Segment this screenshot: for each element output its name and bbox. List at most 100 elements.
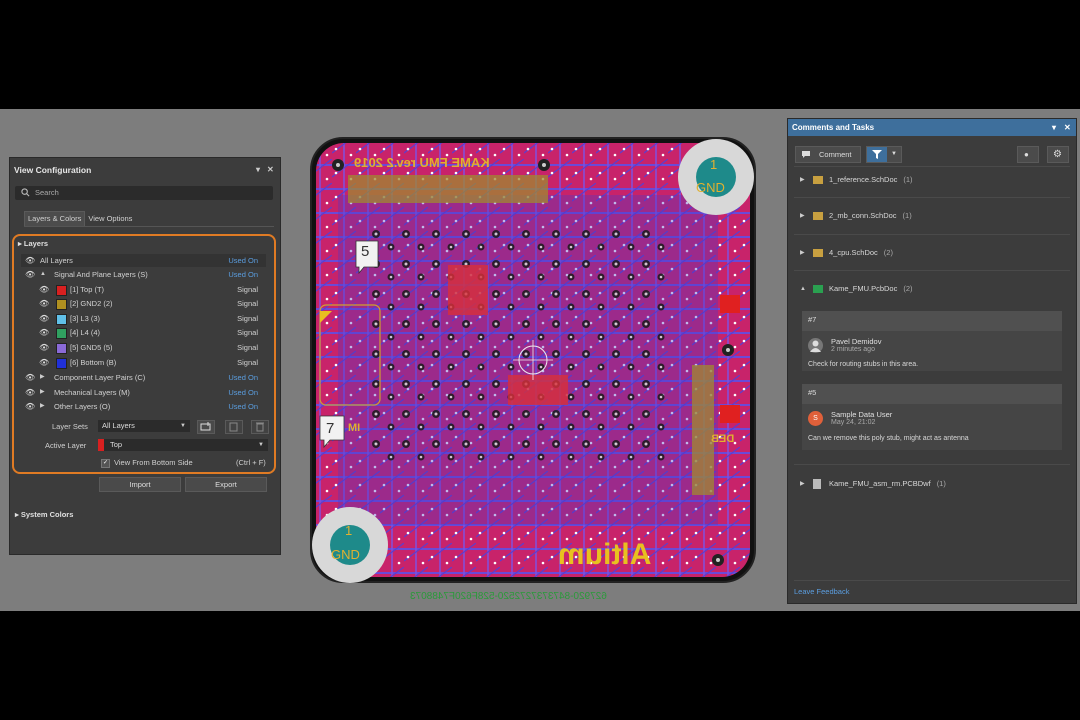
- eye-icon[interactable]: 👁: [39, 283, 49, 296]
- divider: [794, 270, 1070, 271]
- active-layer-color: [98, 439, 104, 451]
- doc-count: (1): [902, 211, 912, 220]
- expand-arrow-icon[interactable]: ▶: [800, 209, 805, 223]
- panel-menu-icon[interactable]: ▾: [256, 158, 260, 182]
- doc-name: Kame_FMU.PcbDoc: [829, 284, 898, 293]
- layer-type: Signal: [237, 285, 258, 294]
- comment-marker-5[interactable]: 5: [361, 243, 369, 260]
- panel-title: View Configuration ▾ ✕: [10, 158, 280, 182]
- search-input[interactable]: Search: [15, 186, 273, 200]
- layers-section-title[interactable]: ▸ Layers: [18, 239, 48, 248]
- layer-color-swatch[interactable]: [56, 358, 67, 369]
- comment-text: Check for routing stubs in this area.: [808, 361, 919, 368]
- eye-icon[interactable]: 👁: [39, 326, 49, 339]
- chevron-down-icon: ▼: [258, 442, 264, 448]
- import-button[interactable]: Import: [99, 477, 181, 492]
- active-layer-value: Top: [110, 440, 123, 449]
- eye-icon[interactable]: 👁: [39, 341, 49, 354]
- layer-row-l3[interactable]: 👁 [3] L3 (3) Signal: [21, 312, 266, 325]
- view-bottom-checkbox[interactable]: ✓: [101, 459, 110, 468]
- layer-row-l4[interactable]: 👁 [4] L4 (4) Signal: [21, 326, 266, 339]
- layer-row-mechanical[interactable]: 👁 ▶ Mechanical Layers (M) Used On: [21, 386, 266, 399]
- panel-close-icon[interactable]: ✕: [267, 158, 274, 182]
- layers-section: ▸ Layers 👁 All Layers Used On 👁 ▲ Signal…: [12, 234, 276, 474]
- layer-sets-select[interactable]: All Layers ▼: [98, 420, 190, 432]
- system-colors-section[interactable]: ▸ System Colors: [15, 510, 73, 519]
- eye-icon[interactable]: 👁: [25, 386, 35, 399]
- leave-feedback-link[interactable]: Leave Feedback: [794, 587, 849, 596]
- eye-icon[interactable]: 👁: [39, 356, 49, 369]
- add-layer-set-button[interactable]: [197, 420, 215, 434]
- layer-color-swatch[interactable]: [56, 285, 67, 296]
- comment-number: #5: [808, 388, 817, 397]
- pcb-text-mi: MI: [348, 422, 361, 434]
- visibility-button[interactable]: ●: [1017, 146, 1039, 163]
- filter-icon: [872, 150, 882, 159]
- search-icon: [21, 188, 30, 197]
- folder-icon: [813, 176, 823, 184]
- layer-set-delete-button[interactable]: [251, 420, 269, 434]
- layer-status: Used On: [228, 388, 258, 397]
- layer-label: Mechanical Layers (M): [54, 388, 130, 397]
- layer-sets-label: Layer Sets: [52, 422, 88, 431]
- layer-row-gnd2[interactable]: 👁 [2] GND2 (2) Signal: [21, 297, 266, 310]
- layer-row-top[interactable]: 👁 [1] Top (T) Signal: [21, 283, 266, 296]
- expand-arrow-icon[interactable]: ▶: [40, 371, 45, 384]
- comments-title-text: Comments and Tasks: [792, 123, 875, 132]
- export-button[interactable]: Export: [185, 477, 267, 492]
- comment-marker-7[interactable]: 7: [326, 420, 334, 437]
- panel-menu-icon[interactable]: ▾: [1052, 119, 1056, 136]
- comment-author: Sample Data User: [831, 410, 893, 419]
- eye-icon[interactable]: 👁: [25, 268, 35, 281]
- filter-button[interactable]: ▼: [866, 146, 902, 163]
- layer-set-copy-button[interactable]: [225, 420, 243, 434]
- expand-arrow-icon[interactable]: ▶: [800, 477, 805, 491]
- comment-thread-7[interactable]: #7 Pavel Demidov 2 minutes ago Check for…: [802, 311, 1062, 371]
- gnd-label-bottom-num: 1: [345, 523, 353, 538]
- tab-view-options[interactable]: View Options: [85, 212, 135, 226]
- comment-time: May 24, 21:02: [831, 419, 876, 426]
- eye-icon[interactable]: 👁: [39, 312, 49, 325]
- layer-color-swatch[interactable]: [56, 299, 67, 310]
- layer-sets-value: All Layers: [102, 421, 135, 430]
- layer-row-bottom[interactable]: 👁 [6] Bottom (B) Signal: [21, 356, 266, 369]
- layer-color-swatch[interactable]: [56, 328, 67, 339]
- doc-name: 1_reference.SchDoc: [829, 175, 898, 184]
- settings-button[interactable]: ⚙: [1047, 146, 1069, 163]
- layer-row-component-pairs[interactable]: 👁 ▶ Component Layer Pairs (C) Used On: [21, 371, 266, 384]
- comment-text: Can we remove this poly stub, might act …: [808, 435, 969, 442]
- layer-type: Signal: [237, 314, 258, 323]
- layer-color-swatch[interactable]: [56, 343, 67, 354]
- eye-icon[interactable]: 👁: [25, 254, 35, 267]
- layer-row-other[interactable]: 👁 ▶ Other Layers (O) Used On: [21, 400, 266, 413]
- tab-layers-colors[interactable]: Layers & Colors: [24, 211, 86, 226]
- collapse-arrow-icon[interactable]: ▲: [800, 282, 806, 296]
- expand-arrow-icon[interactable]: ▶: [40, 386, 45, 399]
- expand-arrow-icon[interactable]: ▶: [800, 246, 805, 260]
- active-layer-select[interactable]: Top ▼: [98, 439, 268, 451]
- layer-row-gnd5[interactable]: 👁 [5] GND5 (5) Signal: [21, 341, 266, 354]
- eye-icon[interactable]: 👁: [25, 371, 35, 384]
- divider: [794, 464, 1070, 465]
- layer-status: Used On: [228, 402, 258, 411]
- divider: [794, 580, 1070, 581]
- pcb-board-graphic: [310, 137, 756, 583]
- layer-color-swatch[interactable]: [56, 314, 67, 325]
- layer-type: Signal: [237, 358, 258, 367]
- add-comment-button[interactable]: Comment: [795, 146, 861, 163]
- pcb-file-icon: [813, 285, 823, 293]
- expand-arrow-icon[interactable]: ▶: [40, 400, 45, 413]
- pcb-board[interactable]: KAME FMU rev.2 2019 1 GND 1 GND 5 7 MI D…: [308, 135, 758, 602]
- comment-thread-5[interactable]: #5 S Sample Data User May 24, 21:02 Can …: [802, 384, 1062, 450]
- layer-row-signal-group[interactable]: 👁 ▲ Signal And Plane Layers (S) Used On: [21, 268, 266, 281]
- view-bottom-shortcut: (Ctrl + F): [236, 458, 266, 467]
- layers-section-label: Layers: [23, 239, 49, 248]
- panel-close-icon[interactable]: ✕: [1064, 119, 1071, 136]
- expand-arrow-icon[interactable]: ▶: [800, 173, 805, 187]
- layer-label: [3] L3 (3): [70, 314, 101, 323]
- pcb-title-text: KAME FMU rev.2 2019: [354, 155, 490, 170]
- collapse-arrow-icon[interactable]: ▲: [40, 268, 46, 281]
- eye-icon[interactable]: 👁: [25, 400, 35, 413]
- layer-row-all[interactable]: 👁 All Layers Used On: [21, 254, 266, 267]
- eye-icon[interactable]: 👁: [39, 297, 49, 310]
